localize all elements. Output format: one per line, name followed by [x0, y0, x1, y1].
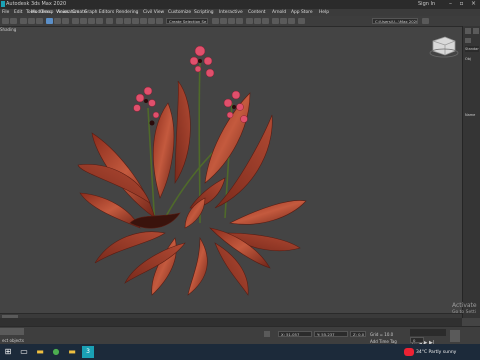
spinner-snap-icon[interactable] — [148, 18, 155, 24]
track-bar[interactable] — [0, 318, 462, 333]
plant-flowers — [133, 45, 248, 123]
object-type-dropdown[interactable]: Standard — [465, 46, 479, 52]
menu-graph-editors[interactable]: Graph Editors — [84, 9, 114, 16]
z-coordinate-field[interactable]: Z: 0.0 — [350, 331, 366, 337]
object-type-rollout[interactable]: Obj — [465, 56, 479, 62]
modify-tab-icon[interactable] — [473, 28, 479, 34]
menu-file[interactable]: File — [2, 9, 9, 16]
toggle-ribbon-icon[interactable] — [236, 18, 243, 24]
selection-status: ect objects — [2, 338, 24, 343]
mirror-icon[interactable] — [212, 18, 219, 24]
select-by-name-icon[interactable] — [54, 18, 61, 24]
viewport-label[interactable]: Shading — [0, 26, 18, 33]
sign-in-button[interactable]: Sign In — [418, 0, 435, 9]
windows-start-icon[interactable]: ⊞ — [2, 346, 14, 358]
status-bar: ect objects X: 51.057 Y: 55.237 Z: 0.0 G… — [0, 326, 480, 346]
undo-icon[interactable] — [2, 18, 9, 24]
task-view-icon[interactable]: ▭ — [18, 346, 30, 358]
workspace-dropdown[interactable]: C:\Users\U...\Max 2020 — [372, 18, 418, 24]
edit-named-selection-icon[interactable] — [156, 18, 163, 24]
name-color-rollout[interactable]: Name — [465, 112, 479, 118]
scale-icon[interactable] — [88, 18, 95, 24]
render-setup-icon[interactable] — [272, 18, 279, 24]
workspace-settings-icon[interactable] — [422, 18, 429, 24]
bind-icon[interactable] — [36, 18, 43, 24]
unlink-icon[interactable] — [28, 18, 35, 24]
grid-status: Grid = 10.0 — [370, 332, 394, 337]
move-icon[interactable] — [72, 18, 79, 24]
maxscript-listener[interactable] — [0, 328, 24, 335]
current-frame-field[interactable]: 0 — [410, 337, 424, 343]
windows-taskbar: ⊞ ▭ ▬ ● ▬ 3 34°C Partly sunny — [0, 344, 480, 360]
activate-line-2: Go to Setti — [452, 310, 477, 315]
window-title: Autodesk 3ds Max 2020 — [6, 1, 67, 7]
maximize-icon[interactable]: ▫ — [458, 1, 465, 7]
arnold-icon[interactable] — [298, 18, 305, 24]
minimize-icon[interactable]: – — [447, 1, 454, 7]
menu-interactive[interactable]: Interactive — [219, 9, 243, 16]
link-icon[interactable] — [20, 18, 27, 24]
file-explorer-icon[interactable]: ▬ — [34, 346, 46, 358]
close-icon[interactable]: × — [470, 1, 477, 7]
menu-civil-view[interactable]: Civil View — [143, 9, 164, 16]
main-toolbar: Create Selection Se C:\Users\U...\Max 20… — [0, 16, 480, 27]
menu-rendering[interactable]: Rendering — [116, 9, 138, 16]
weather-status[interactable]: 34°C Partly sunny — [416, 350, 456, 355]
redo-icon[interactable] — [10, 18, 17, 24]
snaps-icon[interactable] — [124, 18, 131, 24]
weather-icon — [404, 348, 414, 356]
playback-controls[interactable]: ⏮ ◀ ▶ ▶| — [410, 329, 446, 346]
align-icon[interactable] — [220, 18, 227, 24]
angle-snap-icon[interactable] — [132, 18, 139, 24]
activate-line-1: Activate — [452, 302, 477, 309]
layer-explorer-icon[interactable] — [228, 18, 235, 24]
rotate-icon[interactable] — [80, 18, 87, 24]
geometry-icon[interactable] — [465, 38, 471, 43]
menu-app-store[interactable]: App Store — [291, 9, 313, 16]
menu-customize[interactable]: Customize — [168, 9, 191, 16]
title-bar: Autodesk 3ds Max 2020 Sign In – ▫ × — [0, 0, 480, 9]
menu-animation[interactable]: Animation — [57, 9, 79, 16]
activate-windows-watermark: Activate Go to Setti — [452, 302, 477, 316]
chrome-icon[interactable]: ● — [50, 346, 62, 358]
lock-selection-icon[interactable] — [264, 331, 270, 337]
plant-leaves — [77, 80, 307, 296]
schematic-view-icon[interactable] — [254, 18, 261, 24]
selection-set-dropdown[interactable]: Create Selection Se — [166, 18, 208, 24]
pivot-icon[interactable] — [116, 18, 123, 24]
view-cube[interactable] — [429, 36, 459, 58]
menu-bar: File Edit Tools Group Views Create Modif… — [0, 9, 480, 16]
place-icon[interactable] — [96, 18, 103, 24]
folder-icon[interactable]: ▬ — [66, 346, 78, 358]
menu-help[interactable]: Help — [319, 9, 329, 16]
menu-modifiers[interactable]: Modifiers — [31, 9, 51, 16]
menu-edit[interactable]: Edit — [14, 9, 23, 16]
render-production-icon[interactable] — [288, 18, 295, 24]
curve-editor-icon[interactable] — [246, 18, 253, 24]
x-coordinate-field[interactable]: X: 51.057 — [278, 331, 312, 337]
perspective-viewport[interactable] — [0, 33, 462, 313]
create-tab-icon[interactable] — [465, 28, 471, 34]
material-editor-icon[interactable] — [262, 18, 269, 24]
plant-model-render — [77, 36, 459, 296]
auto-key-button[interactable] — [450, 330, 460, 342]
rendered-frame-icon[interactable] — [280, 18, 287, 24]
percent-snap-icon[interactable] — [140, 18, 147, 24]
menu-arnold[interactable]: Arnold — [272, 9, 286, 16]
menu-scripting[interactable]: Scripting — [194, 9, 214, 16]
menu-content[interactable]: Content — [248, 9, 265, 16]
3ds-max-taskbar-icon[interactable]: 3 — [82, 346, 94, 358]
command-panel: Standard Obj Name — [462, 26, 480, 318]
selection-region-icon[interactable] — [62, 18, 69, 24]
app-icon — [1, 1, 5, 7]
y-coordinate-field[interactable]: Y: 55.237 — [314, 331, 348, 337]
reference-coord-icon[interactable] — [106, 18, 113, 24]
select-object-icon[interactable] — [46, 18, 53, 24]
